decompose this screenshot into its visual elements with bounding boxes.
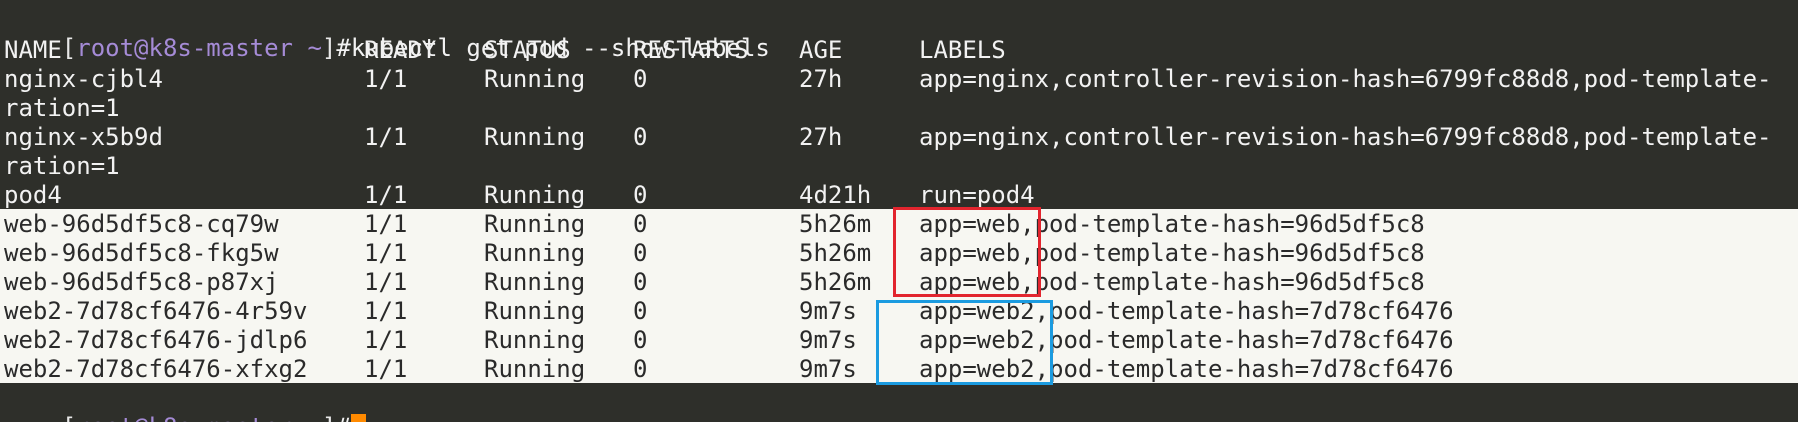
pod-ready: 1/1 [364,210,408,238]
pod-labels: app=nginx,controller-revision-hash=6799f… [919,65,1772,93]
pod-restarts: 0 [633,65,648,93]
pod-status: Running [484,181,586,209]
pod-ready: 1/1 [364,123,408,151]
pod-name: nginx-cjbl4 [4,65,163,93]
text-cursor [350,414,366,422]
prompt-close-bracket: ] [322,413,336,422]
annotation-box-app-web [893,207,1041,297]
table-row: nginx-x5b9d 1/1 Running 0 27h app=nginx,… [4,123,1798,152]
pod-ready: 1/1 [364,326,408,354]
table-row: nginx-cjbl4 1/1 Running 0 27h app=nginx,… [4,65,1798,94]
pod-status: Running [484,297,586,325]
command-line: [root@k8s-master ~]#kubectl get pod --sh… [4,5,1798,62]
pod-age: 5h26m [799,268,872,296]
prompt-open-bracket: [ [62,413,76,422]
pod-ready: 1/1 [364,297,408,325]
pod-restarts: 0 [633,268,648,296]
pod-name: pod4 [4,181,62,209]
pod-age: 9m7s [799,355,857,383]
pod-restarts: 0 [633,210,648,238]
pod-ready: 1/1 [364,65,408,93]
pod-status: Running [484,239,586,267]
header-age: AGE [799,36,843,64]
pod-labels-wrap: ration=1 [4,152,120,180]
pod-age: 27h [799,123,843,151]
prompt-user-host: root@k8s-master [76,413,293,422]
annotation-box-app-web2 [876,300,1053,385]
pod-status: Running [484,355,586,383]
table-row-wrap: ration=1 [4,94,1798,123]
pod-ready: 1/1 [364,239,408,267]
pod-restarts: 0 [633,355,648,383]
pod-status: Running [484,268,586,296]
pod-ready: 1/1 [364,268,408,296]
pod-name: web-96d5df5c8-fkg5w [4,239,279,267]
pod-restarts: 0 [633,181,648,209]
pod-name: web2-7d78cf6476-4r59v [4,297,308,325]
pod-name: web2-7d78cf6476-xfxg2 [4,355,308,383]
pod-age: 9m7s [799,297,857,325]
table-header: NAME READY STATUS RESTARTS AGE LABELS [4,36,1798,65]
prompt-symbol: # [336,413,350,422]
pod-age: 5h26m [799,210,872,238]
pod-ready: 1/1 [364,181,408,209]
prompt-path: ~ [293,413,321,422]
pod-restarts: 0 [633,239,648,267]
table-row-wrap: ration=1 [4,152,1798,181]
header-status: STATUS [484,36,571,64]
pod-name: web2-7d78cf6476-jdlp6 [4,326,308,354]
pod-ready: 1/1 [364,355,408,383]
pod-labels-wrap: ration=1 [4,94,120,122]
pod-labels: app=nginx,controller-revision-hash=6799f… [919,123,1772,151]
pod-name: web-96d5df5c8-cq79w [4,210,279,238]
pod-status: Running [484,123,586,151]
pod-age: 27h [799,65,843,93]
header-restarts: RESTARTS [633,36,749,64]
pod-age: 4d21h [799,181,872,209]
pod-name: web-96d5df5c8-p87xj [4,268,279,296]
prompt-line[interactable]: [root@k8s-master ~]# [4,384,1798,422]
header-labels: LABELS [919,36,1006,64]
header-ready: READY [364,36,437,64]
pod-name: nginx-x5b9d [4,123,163,151]
pod-age: 5h26m [799,239,872,267]
pod-restarts: 0 [633,297,648,325]
pod-labels: run=pod4 [919,181,1035,209]
pod-status: Running [484,326,586,354]
pod-age: 9m7s [799,326,857,354]
pod-status: Running [484,65,586,93]
pod-restarts: 0 [633,326,648,354]
table-row: pod4 1/1 Running 0 4d21h run=pod4 [4,181,1798,210]
header-name: NAME [4,36,62,64]
pod-restarts: 0 [633,123,648,151]
pod-status: Running [484,210,586,238]
terminal-window[interactable]: [root@k8s-master ~]#kubectl get pod --sh… [0,0,1798,422]
